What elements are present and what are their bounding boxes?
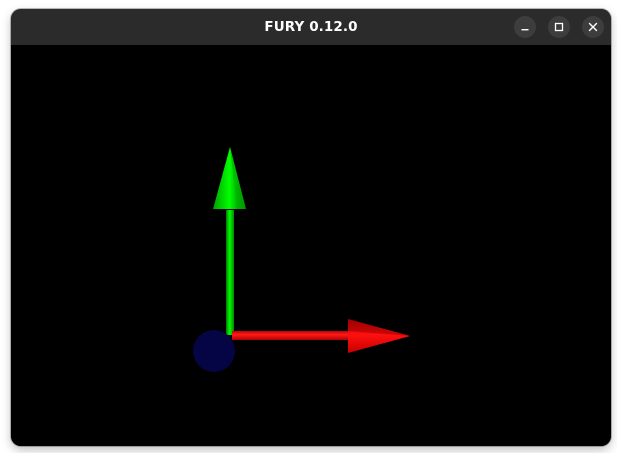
render-viewport[interactable] [11, 45, 611, 446]
origin-sphere [193, 330, 235, 372]
maximize-icon [554, 22, 564, 32]
y-axis-arrow [213, 147, 246, 335]
close-icon [588, 22, 598, 32]
x-axis-arrow [232, 319, 410, 353]
scene-canvas [193, 147, 410, 372]
maximize-button[interactable] [548, 16, 570, 38]
minimize-icon [521, 29, 529, 31]
y-axis-shaft [226, 210, 234, 335]
x-axis-shaft [232, 331, 350, 340]
app-window: FURY 0.12.0 [11, 9, 611, 446]
minimize-button[interactable] [514, 16, 536, 38]
close-button[interactable] [582, 16, 604, 38]
titlebar[interactable]: FURY 0.12.0 [11, 9, 611, 45]
